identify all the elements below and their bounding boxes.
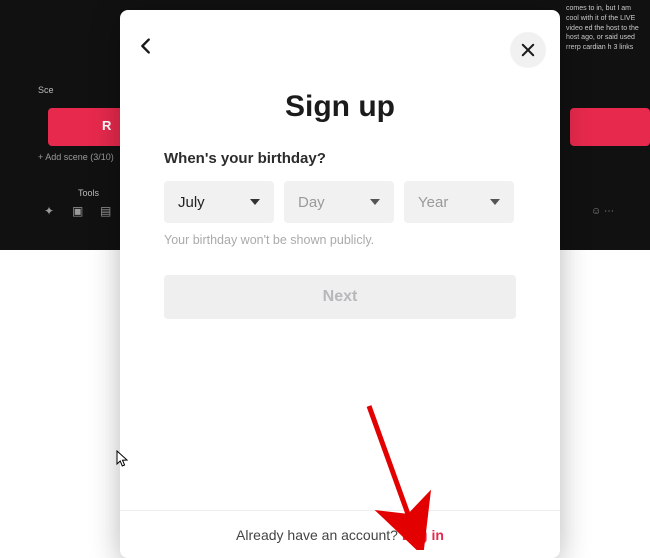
signup-modal: Sign up When's your birthday? July Day Y…: [120, 10, 560, 558]
tools-heading: Tools: [78, 188, 99, 198]
next-button[interactable]: Next: [164, 275, 516, 319]
login-link[interactable]: Log in: [402, 527, 444, 543]
scenes-label: Sce: [38, 85, 54, 95]
chevron-down-icon: [370, 199, 380, 205]
chevron-left-icon: [135, 35, 157, 57]
modal-title: Sign up: [120, 90, 560, 124]
right-pink-button-bg[interactable]: [570, 108, 650, 146]
layout-icon[interactable]: ▤: [100, 204, 116, 220]
chevron-down-icon: [250, 199, 260, 205]
chevron-down-icon: [490, 199, 500, 205]
sparkle-icon[interactable]: ✦: [44, 204, 60, 220]
modal-topbar: [120, 10, 560, 68]
close-icon: [519, 41, 537, 59]
add-scene-link[interactable]: + Add scene (3/10): [38, 152, 114, 162]
day-select-placeholder: Day: [298, 194, 325, 211]
birthday-privacy-hint: Your birthday won't be shown publicly.: [164, 233, 516, 247]
signup-form: When's your birthday? July Day Year Your…: [120, 150, 560, 510]
month-select[interactable]: July: [164, 181, 274, 223]
background-chat-text: comes to in, but I am cool with it of th…: [560, 0, 650, 57]
record-button-label: R: [102, 118, 111, 133]
birthday-selects-row: July Day Year: [164, 181, 516, 223]
record-button-bg[interactable]: R: [48, 108, 128, 146]
day-select[interactable]: Day: [284, 181, 394, 223]
modal-footer: Already have an account? Log in: [120, 510, 560, 558]
footer-text: Already have an account?: [236, 527, 398, 543]
year-select[interactable]: Year: [404, 181, 514, 223]
month-select-value: July: [178, 194, 205, 211]
back-button[interactable]: [130, 30, 162, 62]
birthday-question: When's your birthday?: [164, 150, 516, 167]
close-button[interactable]: [510, 32, 546, 68]
camera-icon[interactable]: ▣: [72, 204, 88, 220]
year-select-placeholder: Year: [418, 194, 448, 211]
emoji-icon[interactable]: ☺ ⋯: [591, 206, 614, 217]
